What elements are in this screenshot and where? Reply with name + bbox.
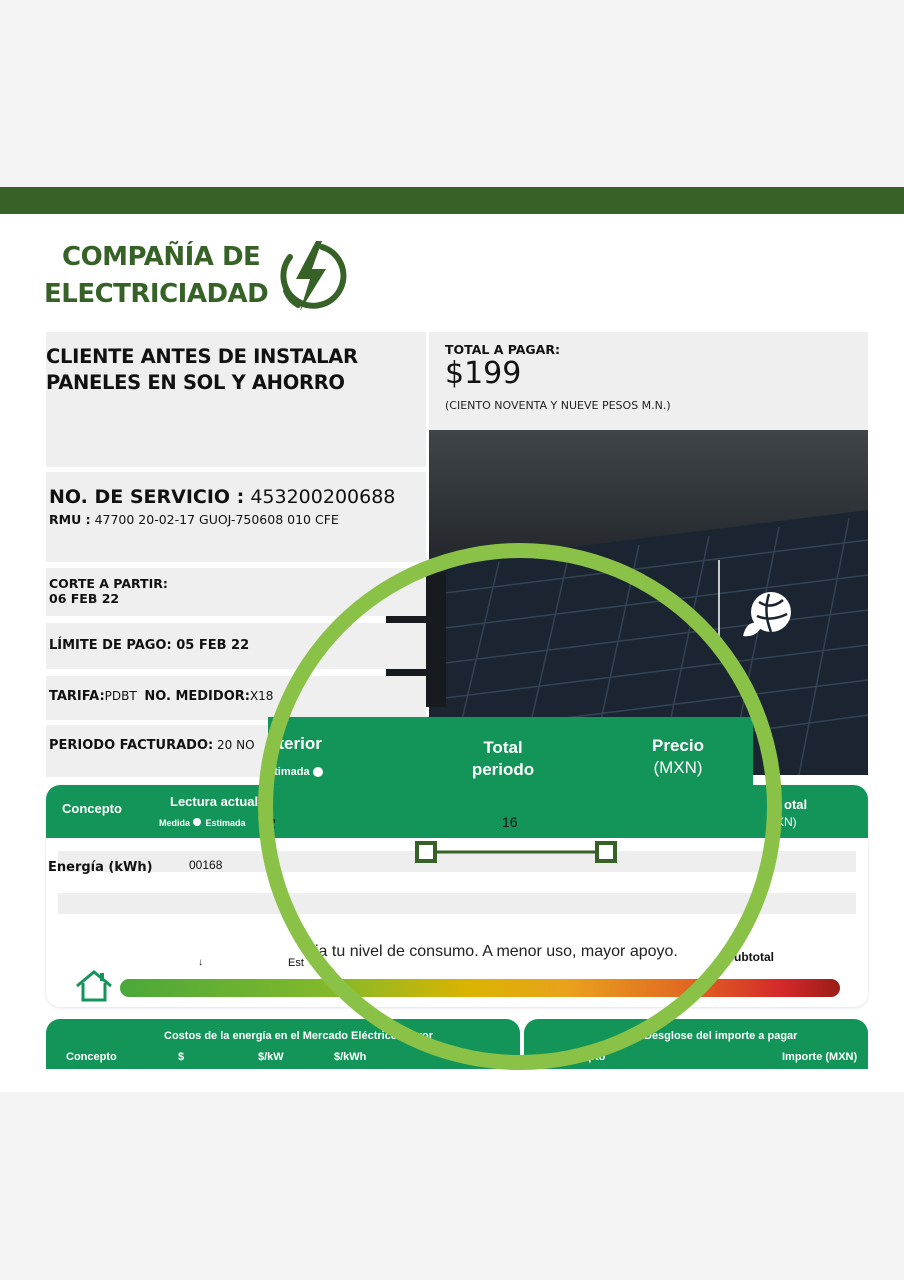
total-periodo-header: Total periodo: [471, 738, 535, 779]
gauge-left-fragment: Est: [288, 957, 304, 969]
photo-text-fragment-right: n: [679, 598, 688, 614]
breakdown-card: Desglose del importe a pagar cepto Impor…: [524, 1019, 868, 1092]
energy-row-label: Energía (kWh): [48, 860, 153, 875]
market-col-per-kw: $/kW: [258, 1051, 284, 1063]
tarifa-value: PDBT: [104, 689, 137, 703]
consumption-card-header: Concepto Lectura actual Medida Estimada …: [46, 785, 868, 838]
tarifa-row: TARIFA:PDBT NO. MEDIDOR:X18: [46, 676, 426, 720]
top-bar: [0, 187, 904, 214]
brand-name: COMPAÑÍA DE ELECTRICIADAD: [44, 239, 269, 313]
total-amount: $199: [445, 356, 522, 391]
brand-line-2: ELECTRICIADAD: [44, 279, 269, 309]
lectura-actual-header: Lectura actual: [170, 794, 259, 809]
brand-logo: COMPAÑÍA DE ELECTRICIADAD: [44, 239, 347, 319]
market-col-per-kwh: $/kWh: [334, 1051, 367, 1063]
client-title-line-2: PANELES EN SOL Y AHORRO: [46, 371, 345, 394]
market-col-pesos: $: [178, 1051, 185, 1063]
service-row: NO. DE SERVICIO : 453200200688 RMU : 477…: [46, 472, 426, 562]
periodo-label: PERIODO FACTURADO:: [49, 738, 214, 753]
service-number-line: NO. DE SERVICIO : 453200200688: [49, 486, 426, 508]
anterior-header: nterior: [268, 734, 322, 753]
market-costs-card: Costos de la energía en el Mercado Eléct…: [46, 1019, 520, 1092]
breakdown-col-importe: Importe (MXN): [782, 1051, 858, 1063]
consumption-gradient-bar: [120, 979, 840, 997]
concepto-header: Concepto: [62, 801, 122, 816]
client-panel: CLIENTE ANTES DE INSTALAR PANELES EN SOL…: [46, 332, 426, 467]
corte-value: 06 FEB 22: [49, 591, 120, 606]
rmu-line: RMU : 47700 20-02-17 GUOJ-750608 010 CFE: [49, 512, 426, 527]
medidor-label: NO. MEDIDOR:: [144, 689, 250, 704]
table-stripe: [58, 893, 856, 914]
breakdown-header: Desglose del importe a pagar cepto Impor…: [524, 1019, 868, 1069]
consumption-gauge: [74, 969, 844, 1005]
leaf-globe-icon: [743, 592, 791, 637]
breakdown-col-concepto: cepto: [576, 1051, 606, 1063]
total-label: TOTAL A PAGAR:: [445, 342, 560, 357]
total-amount-words: (CIENTO NOVENTA Y NUEVE PESOS M.N.): [445, 399, 671, 412]
subtotal-header-fragment: otal: [784, 797, 808, 812]
energy-lectura-actual: 00168: [189, 858, 223, 872]
corte-label: CORTE A PARTIR:: [49, 576, 168, 591]
precio-header: Precio (MXN): [652, 736, 704, 777]
client-title: CLIENTE ANTES DE INSTALAR PANELES EN SOL…: [46, 344, 426, 396]
service-number: 453200200688: [250, 486, 396, 508]
gauge-subtotal: Subtotal: [726, 950, 774, 964]
medidor-value: X18: [249, 689, 274, 703]
brand-line-1: COMPAÑÍA DE: [62, 242, 261, 272]
limite-row: LÍMITE DE PAGO: 05 FEB 22: [46, 623, 426, 669]
corte-row: CORTE A PARTIR: 06 FEB 22: [46, 568, 426, 616]
anterior-subheader: stimada: [268, 766, 323, 778]
rmu-label: RMU :: [49, 512, 91, 527]
client-title-line-1: CLIENTE ANTES DE INSTALAR: [46, 345, 358, 368]
total-panel: TOTAL A PAGAR: $199 (CIENTO NOVENTA Y NU…: [429, 332, 868, 430]
energy-total-periodo: 16: [502, 814, 518, 830]
breakdown-title: Desglose del importe a pagar: [644, 1030, 798, 1042]
periodo-value: 20 NO: [217, 738, 255, 752]
limite-text: LÍMITE DE PAGO: 05 FEB 22: [49, 638, 250, 653]
consumption-header: nterior stimada Total periodo Precio (MXN): [268, 717, 753, 793]
lightning-bolt-icon: [280, 241, 347, 311]
market-costs-title: Costos de la energía en el Mercado Eléct…: [164, 1030, 433, 1042]
house-icon: [76, 970, 112, 1002]
bill-document: COMPAÑÍA DE ELECTRICIADAD CLIENTE ANTES …: [0, 187, 904, 1092]
subtotal-currency-fragment: XN): [776, 815, 797, 829]
service-label: NO. DE SERVICIO :: [49, 486, 245, 508]
range-connector-icon: [415, 841, 617, 863]
energy-lectura-anterior: 2: [268, 815, 276, 831]
tarifa-label: TARIFA:: [49, 689, 105, 704]
market-col-concepto: Concepto: [66, 1051, 117, 1063]
gauge-message: ia tu nivel de consumo. A menor uso, may…: [315, 943, 678, 960]
rmu-value: 47700 20-02-17 GUOJ-750608 010 CFE: [94, 512, 339, 527]
gauge-marker-arrow: ↓: [198, 957, 203, 968]
market-costs-header: Costos de la energía en el Mercado Eléct…: [46, 1019, 520, 1069]
medida-label: Medida Estimada: [159, 818, 246, 828]
